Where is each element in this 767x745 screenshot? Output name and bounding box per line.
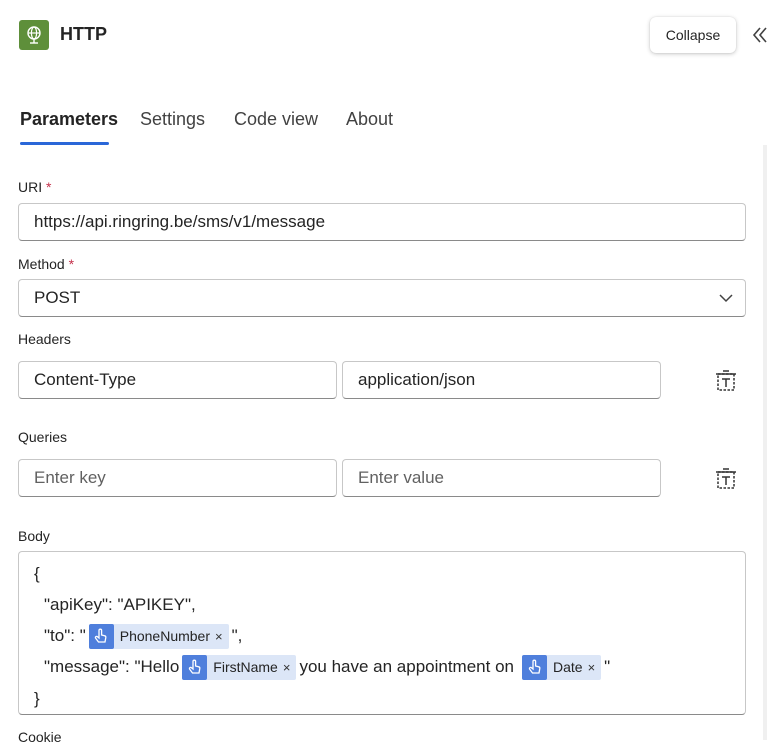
dynamic-token-date[interactable]: Date × [522,654,602,680]
code-text: " [604,657,611,676]
header-value-input[interactable]: application/json [342,361,661,399]
double-chevron-left-icon[interactable] [752,24,767,46]
cookie-label: Cookie [18,729,62,745]
body-editor[interactable]: { "apiKey": "APIKEY", "to": " PhoneNumbe… [18,551,746,715]
dynamic-token-phonenumber[interactable]: PhoneNumber × [88,623,229,649]
body-line-apikey: "apiKey": "APIKEY", [44,595,196,614]
dynamic-token-firstname[interactable]: FirstName × [182,654,297,680]
header-key-input[interactable]: Content-Type [18,361,337,399]
method-label-text: Method [18,256,65,272]
tab-code-view[interactable]: Code view [234,109,318,130]
body-line-to: "to": " PhoneNumber × ", [44,623,242,649]
query-value-input[interactable]: Enter value [342,459,661,497]
touch-icon [88,623,114,649]
tab-parameters[interactable]: Parameters [20,109,118,130]
uri-label: URI * [18,179,51,195]
http-action-icon [19,20,49,50]
body-close-brace: } [34,689,40,708]
touch-icon [182,654,208,680]
delete-query-icon[interactable] [715,468,737,490]
body-open-brace: { [34,564,40,583]
token-label: FirstName [213,659,278,675]
uri-label-text: URI [18,179,43,195]
headers-label: Headers [18,331,71,347]
remove-token-icon[interactable]: × [588,660,596,675]
code-text: "message": "Hello [44,657,180,676]
code-text: "to": " [44,626,86,645]
chevron-down-icon [719,294,733,303]
tab-about[interactable]: About [346,109,393,130]
remove-token-icon[interactable]: × [283,660,291,675]
body-label: Body [18,528,50,544]
globe-icon [27,26,41,44]
query-key-input[interactable]: Enter key [18,459,337,497]
code-text: you have an appointment on [299,657,514,676]
code-text: ", [231,626,243,645]
token-label: PhoneNumber [119,628,211,644]
body-line-message: "message": "Hello FirstName × you have a… [44,654,610,680]
tab-settings[interactable]: Settings [140,109,205,130]
remove-token-icon[interactable]: × [215,629,223,644]
scrollbar[interactable] [763,145,767,740]
method-label: Method * [18,256,74,272]
uri-input[interactable]: https://api.ringring.be/sms/v1/message [18,203,746,241]
required-mark: * [46,179,52,195]
method-value: POST [34,288,81,307]
required-mark: * [68,256,75,272]
collapse-button[interactable]: Collapse [650,17,736,53]
action-title: HTTP [60,24,107,44]
token-label: Date [553,659,583,675]
delete-header-icon[interactable] [715,370,737,392]
active-tab-indicator [20,142,109,145]
method-select[interactable]: POST [18,279,746,317]
queries-label: Queries [18,429,68,445]
touch-icon [522,654,547,680]
